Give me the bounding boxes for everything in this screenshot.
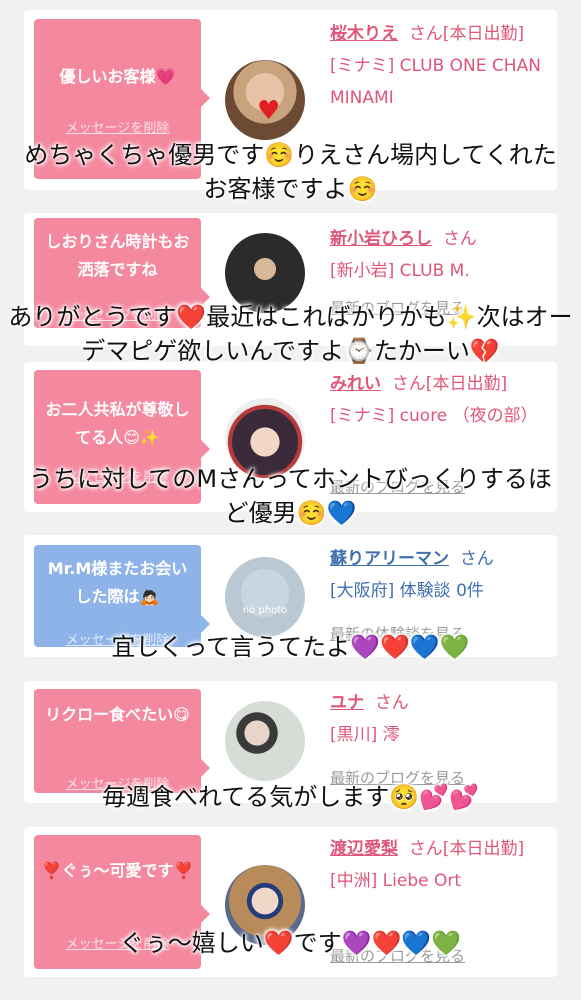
- overlay-caption: ありがとうです❤️最近はこればかりかも✨次はオーデマピゲ欲しいんですよ⌚️たかー…: [8, 303, 573, 365]
- delete-message-link[interactable]: メッセージを削除: [34, 117, 201, 136]
- profile-info: 渡辺愛梨 さん[本日出勤] [中洲] Liebe Ort: [330, 833, 547, 897]
- message-text: お二人共私が尊敬してる人😊✨: [45, 400, 190, 447]
- profile-status: さん: [442, 229, 477, 249]
- profile-info: 新小岩ひろし さん [新小岩] CLUB M.: [330, 223, 547, 287]
- message-text: リクロー食べたい😋: [45, 705, 190, 724]
- profile-name-link[interactable]: 桜木りえ: [330, 24, 398, 44]
- profile-name-link[interactable]: ユナ: [330, 693, 364, 713]
- message-text: ❣️ぐぅ〜可愛です❣️: [41, 861, 194, 880]
- profile-name-link[interactable]: 新小岩ひろし: [330, 229, 432, 249]
- shop-name: [大阪府] 体験談 0件: [330, 581, 484, 601]
- profile-name-link[interactable]: 蘇りアリーマン: [330, 549, 449, 569]
- overlay-caption: めちゃくちゃ優男です☺️りえさん場内してくれたお客様ですよ☺️: [24, 141, 557, 203]
- overlay-caption: ぐぅ〜嬉しい❤️です💜❤️💙💚: [119, 929, 462, 957]
- avatar[interactable]: [225, 701, 305, 781]
- avatar[interactable]: no photo: [225, 557, 305, 637]
- profile-status: さん[本日出勤]: [408, 24, 525, 44]
- profile-info: みれい さん[本日出勤] [ミナミ] cuore （夜の部）: [330, 368, 547, 432]
- profile-info: 桜木りえ さん[本日出勤] [ミナミ] CLUB ONE CHAN MINAMI: [330, 18, 547, 114]
- overlay-caption: 宜しくって言うてたよ💜❤️💙💚: [111, 633, 470, 661]
- heart-icon: ♥: [257, 96, 281, 126]
- message-bubble: リクロー食べたい😋 メッセージを削除: [34, 689, 210, 793]
- shop-name: [ミナミ] cuore （夜の部）: [330, 406, 538, 426]
- profile-status: さん: [459, 549, 494, 569]
- overlay-caption: うちに対してのMさんってホントびっくりするほど優男☺️💙: [29, 465, 552, 527]
- message-text: しおりさん時計もお洒落ですね: [45, 232, 190, 279]
- message-text: 優しいお客様💗: [59, 67, 176, 86]
- profile-name-link[interactable]: みれい: [330, 374, 381, 394]
- shop-name: [黒川] 澪: [330, 725, 400, 745]
- shop-name: [ミナミ] CLUB ONE CHAN MINAMI: [330, 56, 541, 108]
- profile-info: ユナ さん [黒川] 澪: [330, 687, 547, 751]
- profile-status: さん[本日出勤]: [408, 839, 525, 859]
- no-photo-label: no photo: [242, 605, 288, 616]
- profile-status: さん: [374, 693, 409, 713]
- message-text: Mr.M様またお会いした際は🙇🏻: [47, 559, 188, 606]
- avatar[interactable]: ♥: [225, 60, 305, 140]
- profile-status: さん[本日出勤]: [391, 374, 508, 394]
- shop-name: [新小岩] CLUB M.: [330, 261, 470, 281]
- overlay-caption: 毎週食べれてる気がします🥺💕💕: [102, 783, 479, 811]
- profile-name-link[interactable]: 渡辺愛梨: [330, 839, 398, 859]
- profile-info: 蘇りアリーマン さん [大阪府] 体験談 0件: [330, 543, 547, 607]
- shop-name: [中洲] Liebe Ort: [330, 871, 462, 891]
